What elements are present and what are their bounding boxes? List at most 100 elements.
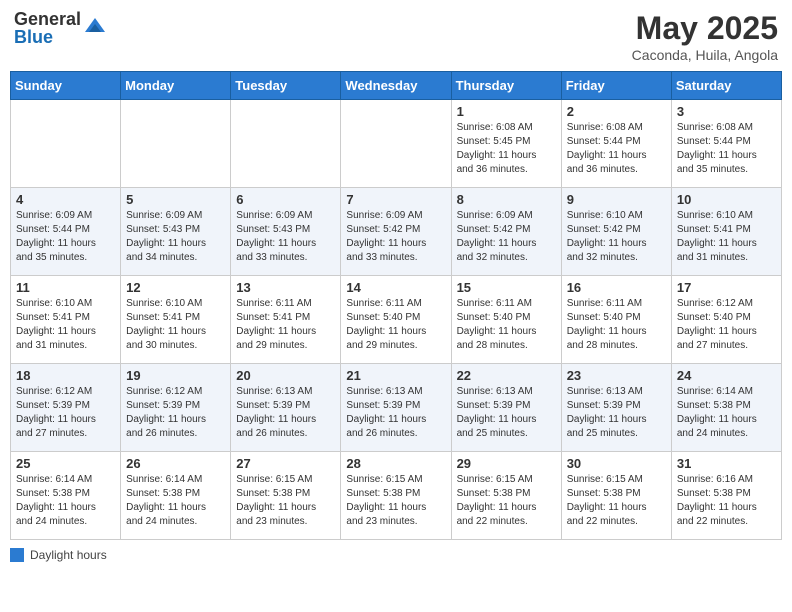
calendar-table: SundayMondayTuesdayWednesdayThursdayFrid… xyxy=(10,71,782,540)
day-number: 19 xyxy=(126,368,225,383)
calendar-cell: 17 Sunrise: 6:12 AM Sunset: 5:40 PM Dayli… xyxy=(671,276,781,364)
calendar-cell: 22 Sunrise: 6:13 AM Sunset: 5:39 PM Dayli… xyxy=(451,364,561,452)
calendar-cell: 25Sunrise: 6:14 AM Sunset: 5:38 PM Dayli… xyxy=(11,452,121,540)
day-info: Sunrise: 6:11 AM Sunset: 5:40 PM Dayligh… xyxy=(346,297,445,353)
calendar-cell: 12Sunrise: 6:10 AM Sunset: 5:41 PM Dayli… xyxy=(121,276,231,364)
day-number: 4 xyxy=(16,192,115,207)
day-header-sunday: Sunday xyxy=(11,72,121,100)
day-header-thursday: Thursday xyxy=(451,72,561,100)
calendar-week-4: 25Sunrise: 6:14 AM Sunset: 5:38 PM Dayli… xyxy=(11,452,782,540)
day-number: 29 xyxy=(457,456,556,471)
calendar-cell: 23 Sunrise: 6:13 AM Sunset: 5:39 PM Dayli… xyxy=(561,364,671,452)
day-info: Sunrise: 6:14 AM Sunset: 5:38 PM Dayligh… xyxy=(677,385,776,441)
day-header-friday: Friday xyxy=(561,72,671,100)
day-info: Sunrise: 6:10 AM Sunset: 5:41 PM Dayligh… xyxy=(16,297,115,353)
day-number: 23 xyxy=(567,368,666,383)
day-info: Sunrise: 6:09 AM Sunset: 5:43 PM Dayligh… xyxy=(236,209,335,265)
calendar-cell: 28 Sunrise: 6:15 AM Sunset: 5:38 PM Dayli… xyxy=(341,452,451,540)
calendar-cell: 6 Sunrise: 6:09 AM Sunset: 5:43 PM Daylig… xyxy=(231,188,341,276)
calendar-week-2: 11 Sunrise: 6:10 AM Sunset: 5:41 PM Dayli… xyxy=(11,276,782,364)
logo-blue: Blue xyxy=(14,28,81,46)
calendar-cell: 15 Sunrise: 6:11 AM Sunset: 5:40 PM Dayli… xyxy=(451,276,561,364)
calendar-cell: 1Sunrise: 6:08 AM Sunset: 5:45 PM Daylig… xyxy=(451,100,561,188)
calendar-cell: 18 Sunrise: 6:12 AM Sunset: 5:39 PM Dayli… xyxy=(11,364,121,452)
day-number: 26 xyxy=(126,456,225,471)
day-header-tuesday: Tuesday xyxy=(231,72,341,100)
day-info: Sunrise: 6:14 AM Sunset: 5:38 PM Dayligh… xyxy=(16,473,115,529)
day-info: Sunrise: 6:15 AM Sunset: 5:38 PM Dayligh… xyxy=(457,473,556,529)
calendar-cell: 14Sunrise: 6:11 AM Sunset: 5:40 PM Dayli… xyxy=(341,276,451,364)
calendar-cell: 24 Sunrise: 6:14 AM Sunset: 5:38 PM Dayli… xyxy=(671,364,781,452)
day-info: Sunrise: 6:08 AM Sunset: 5:44 PM Dayligh… xyxy=(567,121,666,177)
day-info: Sunrise: 6:12 AM Sunset: 5:39 PM Dayligh… xyxy=(16,385,115,441)
day-info: Sunrise: 6:09 AM Sunset: 5:42 PM Dayligh… xyxy=(346,209,445,265)
legend-label: Daylight hours xyxy=(30,548,107,562)
calendar-cell xyxy=(11,100,121,188)
day-number: 24 xyxy=(677,368,776,383)
day-info: Sunrise: 6:12 AM Sunset: 5:40 PM Dayligh… xyxy=(677,297,776,353)
day-number: 18 xyxy=(16,368,115,383)
day-info: Sunrise: 6:14 AM Sunset: 5:38 PM Dayligh… xyxy=(126,473,225,529)
day-info: Sunrise: 6:15 AM Sunset: 5:38 PM Dayligh… xyxy=(346,473,445,529)
day-number: 9 xyxy=(567,192,666,207)
day-number: 8 xyxy=(457,192,556,207)
legend: Daylight hours xyxy=(10,548,782,562)
calendar-week-1: 4 Sunrise: 6:09 AM Sunset: 5:44 PM Daylig… xyxy=(11,188,782,276)
day-info: Sunrise: 6:08 AM Sunset: 5:44 PM Dayligh… xyxy=(677,121,776,177)
day-number: 31 xyxy=(677,456,776,471)
calendar-week-0: 1Sunrise: 6:08 AM Sunset: 5:45 PM Daylig… xyxy=(11,100,782,188)
calendar-cell: 13Sunrise: 6:11 AM Sunset: 5:41 PM Dayli… xyxy=(231,276,341,364)
day-info: Sunrise: 6:09 AM Sunset: 5:42 PM Dayligh… xyxy=(457,209,556,265)
day-info: Sunrise: 6:10 AM Sunset: 5:41 PM Dayligh… xyxy=(126,297,225,353)
day-info: Sunrise: 6:09 AM Sunset: 5:44 PM Dayligh… xyxy=(16,209,115,265)
day-number: 16 xyxy=(567,280,666,295)
calendar-cell: 3Sunrise: 6:08 AM Sunset: 5:44 PM Daylig… xyxy=(671,100,781,188)
calendar-cell: 5 Sunrise: 6:09 AM Sunset: 5:43 PM Daylig… xyxy=(121,188,231,276)
day-info: Sunrise: 6:10 AM Sunset: 5:41 PM Dayligh… xyxy=(677,209,776,265)
calendar-cell xyxy=(231,100,341,188)
calendar-cell: 20Sunrise: 6:13 AM Sunset: 5:39 PM Dayli… xyxy=(231,364,341,452)
day-number: 15 xyxy=(457,280,556,295)
day-number: 30 xyxy=(567,456,666,471)
calendar-cell: 29 Sunrise: 6:15 AM Sunset: 5:38 PM Dayli… xyxy=(451,452,561,540)
day-info: Sunrise: 6:13 AM Sunset: 5:39 PM Dayligh… xyxy=(567,385,666,441)
day-info: Sunrise: 6:13 AM Sunset: 5:39 PM Dayligh… xyxy=(346,385,445,441)
day-number: 11 xyxy=(16,280,115,295)
day-info: Sunrise: 6:15 AM Sunset: 5:38 PM Dayligh… xyxy=(236,473,335,529)
calendar-week-3: 18 Sunrise: 6:12 AM Sunset: 5:39 PM Dayli… xyxy=(11,364,782,452)
calendar-cell: 26 Sunrise: 6:14 AM Sunset: 5:38 PM Dayli… xyxy=(121,452,231,540)
calendar-cell xyxy=(341,100,451,188)
day-info: Sunrise: 6:11 AM Sunset: 5:40 PM Dayligh… xyxy=(457,297,556,353)
calendar-cell: 27 Sunrise: 6:15 AM Sunset: 5:38 PM Dayli… xyxy=(231,452,341,540)
calendar-cell: 2Sunrise: 6:08 AM Sunset: 5:44 PM Daylig… xyxy=(561,100,671,188)
day-info: Sunrise: 6:15 AM Sunset: 5:38 PM Dayligh… xyxy=(567,473,666,529)
day-number: 17 xyxy=(677,280,776,295)
day-number: 22 xyxy=(457,368,556,383)
logo-general: General xyxy=(14,10,81,28)
legend-color-box xyxy=(10,548,24,562)
calendar-cell: 10Sunrise: 6:10 AM Sunset: 5:41 PM Dayli… xyxy=(671,188,781,276)
calendar-cell: 19Sunrise: 6:12 AM Sunset: 5:39 PM Dayli… xyxy=(121,364,231,452)
location: Caconda, Huila, Angola xyxy=(632,47,778,63)
day-number: 5 xyxy=(126,192,225,207)
calendar-cell: 4 Sunrise: 6:09 AM Sunset: 5:44 PM Daylig… xyxy=(11,188,121,276)
month-title: May 2025 xyxy=(632,10,778,47)
calendar-header-row: SundayMondayTuesdayWednesdayThursdayFrid… xyxy=(11,72,782,100)
day-number: 21 xyxy=(346,368,445,383)
calendar-cell: 9Sunrise: 6:10 AM Sunset: 5:42 PM Daylig… xyxy=(561,188,671,276)
day-number: 6 xyxy=(236,192,335,207)
title-block: May 2025 Caconda, Huila, Angola xyxy=(632,10,778,63)
day-info: Sunrise: 6:13 AM Sunset: 5:39 PM Dayligh… xyxy=(457,385,556,441)
day-info: Sunrise: 6:16 AM Sunset: 5:38 PM Dayligh… xyxy=(677,473,776,529)
day-number: 28 xyxy=(346,456,445,471)
calendar-cell: 31 Sunrise: 6:16 AM Sunset: 5:38 PM Dayli… xyxy=(671,452,781,540)
calendar-cell xyxy=(121,100,231,188)
day-info: Sunrise: 6:09 AM Sunset: 5:43 PM Dayligh… xyxy=(126,209,225,265)
logo: General Blue xyxy=(14,10,107,46)
day-number: 27 xyxy=(236,456,335,471)
calendar-cell: 11 Sunrise: 6:10 AM Sunset: 5:41 PM Dayli… xyxy=(11,276,121,364)
calendar-cell: 16Sunrise: 6:11 AM Sunset: 5:40 PM Dayli… xyxy=(561,276,671,364)
calendar-cell: 21 Sunrise: 6:13 AM Sunset: 5:39 PM Dayli… xyxy=(341,364,451,452)
day-header-monday: Monday xyxy=(121,72,231,100)
calendar-cell: 30 Sunrise: 6:15 AM Sunset: 5:38 PM Dayli… xyxy=(561,452,671,540)
